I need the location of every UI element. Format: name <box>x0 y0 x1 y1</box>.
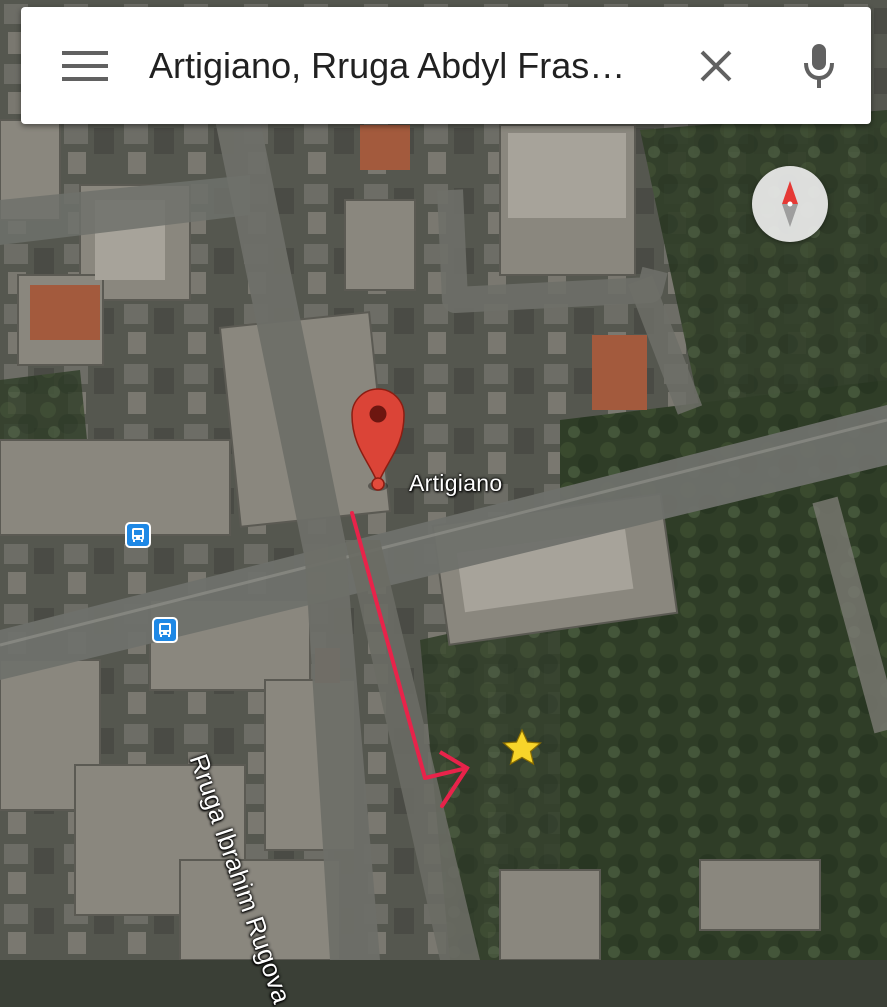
menu-button[interactable] <box>21 7 149 124</box>
bus-stop-icon[interactable] <box>125 522 151 548</box>
place-label[interactable]: Artigiano <box>409 470 502 497</box>
clear-search-button[interactable] <box>666 7 766 124</box>
search-input[interactable]: Artigiano, Rruga Abdyl Fras… <box>149 45 666 87</box>
search-bar[interactable]: Artigiano, Rruga Abdyl Fras… <box>21 7 871 124</box>
close-icon <box>700 50 732 81</box>
bus-icon <box>159 623 171 637</box>
microphone-icon <box>803 43 834 88</box>
compass-button[interactable] <box>752 166 828 242</box>
compass-icon <box>782 181 798 227</box>
bus-stop-icon[interactable] <box>152 617 178 643</box>
voice-search-button[interactable] <box>766 7 871 124</box>
hamburger-menu-icon <box>62 50 108 81</box>
bus-icon <box>132 528 144 542</box>
